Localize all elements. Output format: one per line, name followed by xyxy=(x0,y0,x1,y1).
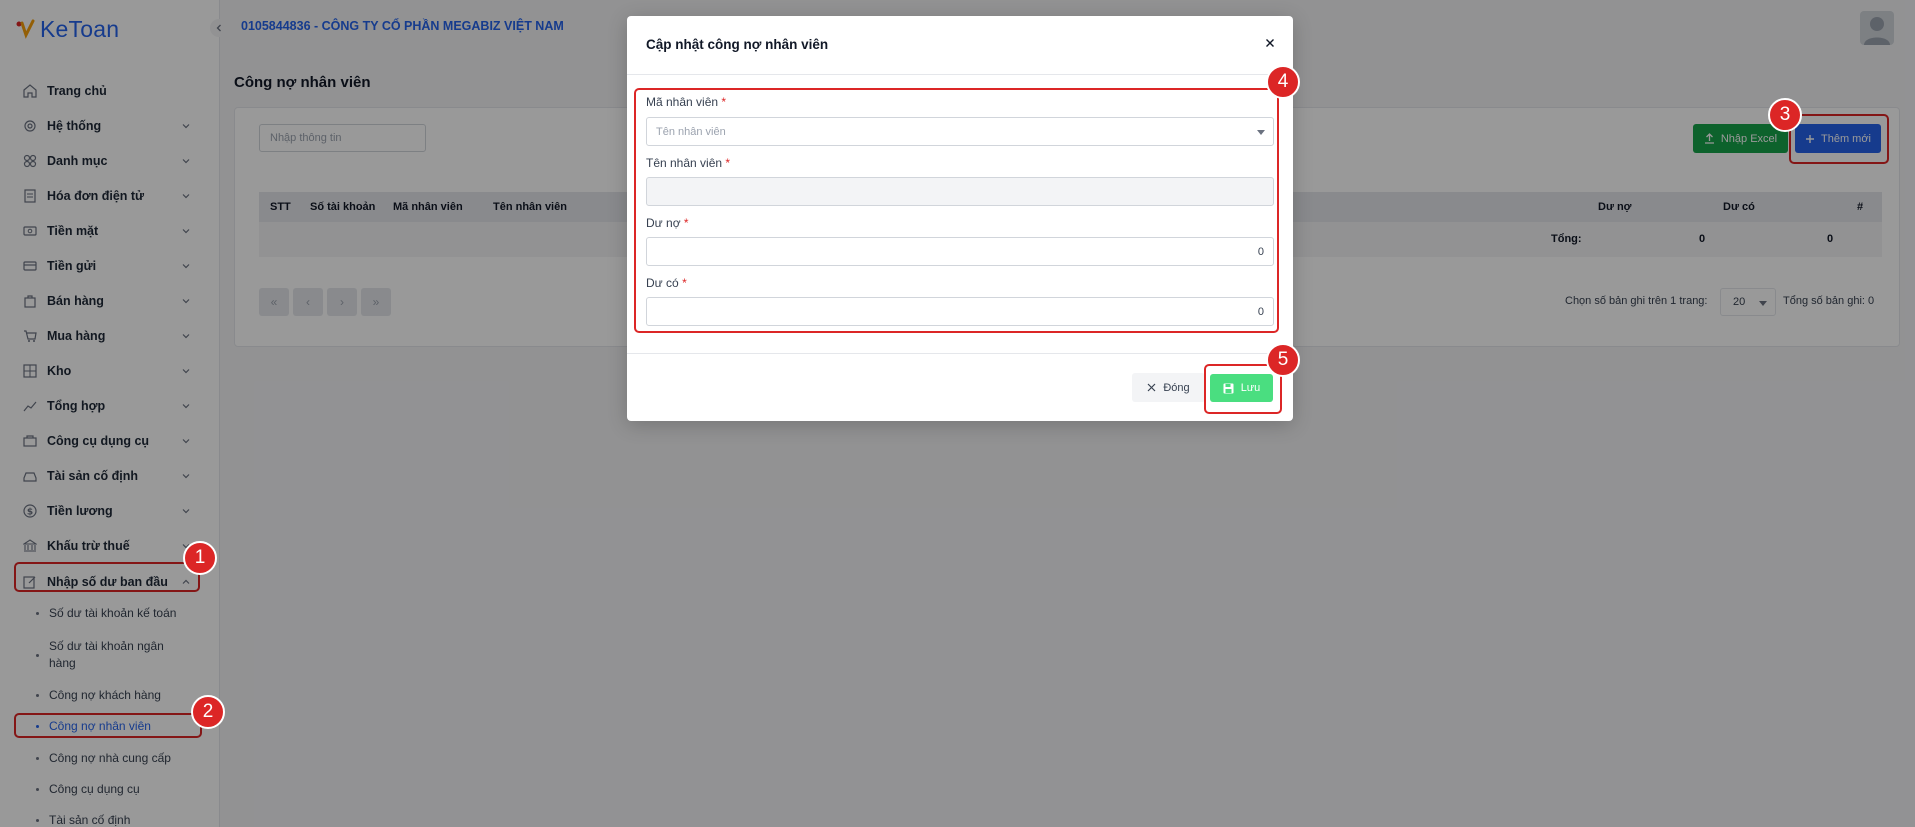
divider xyxy=(627,353,1293,354)
highlight-box-4 xyxy=(634,88,1279,333)
close-icon[interactable] xyxy=(1263,36,1277,50)
modal-title: Cập nhật công nợ nhân viên xyxy=(646,37,829,52)
divider xyxy=(627,74,1293,75)
close-button[interactable]: Đóng xyxy=(1132,373,1205,402)
close-button-label: Đóng xyxy=(1163,381,1190,394)
annotation-badge-1: 1 xyxy=(183,541,217,575)
annotation-badge-4: 4 xyxy=(1266,65,1300,99)
x-icon xyxy=(1147,383,1156,392)
annotation-badge-3: 3 xyxy=(1768,98,1802,132)
annotation-badge-2: 2 xyxy=(191,695,225,729)
annotation-badge-5: 5 xyxy=(1266,343,1300,377)
